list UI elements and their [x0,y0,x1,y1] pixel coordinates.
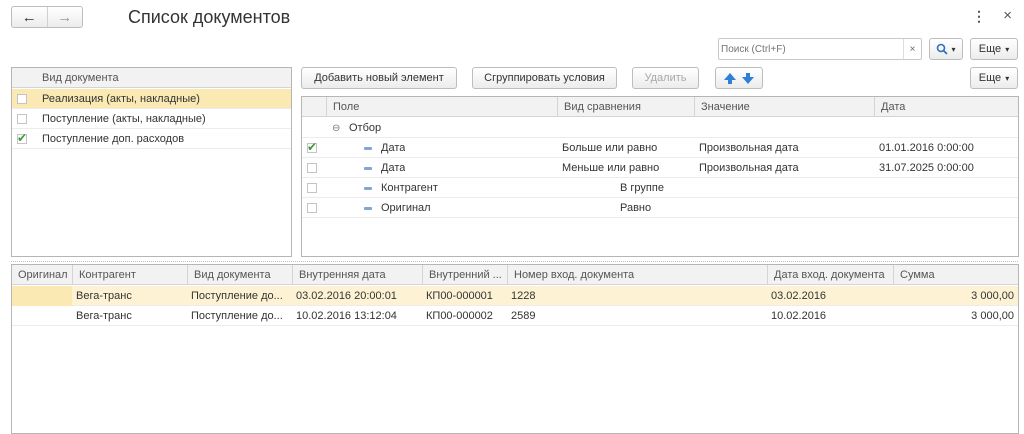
condition-comparison: В группе [620,182,664,194]
doc-type-item[interactable]: Реализация (акты, накладные) [12,89,291,109]
condition-value: Произвольная дата [699,142,799,154]
move-buttons [715,67,763,89]
chevron-down-icon: ▾ [1005,44,1010,54]
filter-condition-row[interactable]: Дата Меньше или равно Произвольная дата 31.… [302,158,1018,178]
cell-internal-date: 10.02.2016 13:12:04 [296,310,397,322]
checkbox[interactable] [17,114,27,124]
forward-icon[interactable]: → [46,7,83,27]
collapse-icon[interactable]: ⊖ [332,118,340,138]
condition-date: 01.01.2016 0:00:00 [879,142,974,154]
cell-original [12,286,72,306]
cell-original [16,306,70,326]
add-element-button[interactable]: Добавить новый элемент [301,67,457,89]
column-header-original[interactable]: Оригинал [12,265,72,285]
cell-counterparty: Вега-транс [76,290,132,302]
page-title: Список документов [128,7,291,27]
filter-group-label: Отбор [349,122,382,134]
column-header-date: Дата [874,97,1018,117]
doc-type-label: Реализация (акты, накладные) [42,93,200,105]
filter-group-row[interactable]: ⊖ Отбор [302,118,1018,138]
column-header-counterparty[interactable]: Контрагент [72,265,187,285]
delete-button[interactable]: Удалить [632,67,699,89]
cell-incoming-number: 2589 [511,310,536,322]
column-header-doc-type[interactable]: Вид документа [187,265,292,285]
condition-date: 31.07.2025 0:00:00 [879,162,974,174]
condition-icon [364,207,372,210]
doc-type-header: Вид документа [12,68,291,88]
search-icon [937,43,949,55]
checkbox[interactable] [17,94,27,104]
column-header-incoming-number[interactable]: Номер вход. документа [507,265,767,285]
column-header-sum[interactable]: Сумма [893,265,1018,285]
table-row[interactable]: Вега-транс Поступление до... 10.02.2016 13… [12,306,1018,326]
condition-icon [364,147,372,150]
chevron-down-icon: ▾ [951,44,956,54]
cell-doc-type: Поступление до... [191,310,283,322]
chevron-down-icon: ▾ [1005,73,1010,83]
condition-field: Дата [381,142,406,154]
condition-value: Произвольная дата [699,162,799,174]
cell-internal-number: КП00-000002 [426,310,493,322]
filter-condition-row[interactable]: Контрагент В группе [302,178,1018,198]
checkmark-icon: ✔ [307,140,318,154]
column-header-comparison: Вид сравнения [557,97,694,117]
close-icon[interactable]: × [1003,7,1012,24]
checkbox[interactable] [307,183,317,193]
filter-condition-row[interactable]: ✔ Дата Больше или равно Произвольная дата 01… [302,138,1018,158]
doc-type-item[interactable]: ✔ Поступление доп. расходов [12,129,291,149]
more-button-top[interactable]: Еще ▾ [970,38,1018,60]
cell-incoming-number: 1228 [511,290,536,302]
condition-comparison: Больше или равно [562,142,658,154]
more-label: Еще [978,72,1002,84]
column-header-field: Поле [326,97,557,117]
condition-icon [364,187,372,190]
arrow-up-icon[interactable] [721,70,739,86]
panel-splitter[interactable] [11,261,1018,262]
filter-table: Поле Вид сравнения Значение Дата ⊖ Отбор… [301,96,1019,257]
doc-type-label: Поступление доп. расходов [42,133,185,145]
condition-field: Оригинал [381,202,431,214]
column-header-internal-number[interactable]: Внутренний ... [422,265,507,285]
column-header-value: Значение [694,97,874,117]
table-row[interactable]: Вега-транс Поступление до... 03.02.2016 20… [12,286,1018,306]
cell-sum: 3 000,00 [971,290,1014,302]
cell-incoming-date: 10.02.2016 [771,310,827,322]
search-input[interactable] [719,42,899,56]
condition-comparison: Равно [620,202,652,214]
filter-condition-row[interactable]: Оригинал Равно [302,198,1018,218]
documents-table: Оригинал Контрагент Вид документа Внутре… [11,264,1019,434]
more-button-filter[interactable]: Еще ▾ [970,67,1018,89]
more-label: Еще [978,43,1002,55]
navigation-buttons: ← → [11,6,83,28]
condition-field: Дата [381,162,406,174]
column-header-internal-date[interactable]: Внутренняя дата [292,265,422,285]
filter-check-header [302,97,326,117]
condition-comparison: Меньше или равно [562,162,660,174]
back-icon[interactable]: ← [12,7,47,27]
cell-internal-date: 03.02.2016 20:00:01 [296,290,397,302]
doc-type-label: Поступление (акты, накладные) [42,113,206,125]
more-menu-icon[interactable]: ⋮ [972,8,986,25]
checkbox[interactable] [307,203,317,213]
cell-counterparty: Вега-транс [76,310,132,322]
doc-type-panel: Вид документа Реализация (акты, накладны… [11,67,292,257]
search-button[interactable]: ▾ [929,38,963,60]
condition-field: Контрагент [381,182,438,194]
group-conditions-button[interactable]: Сгруппировать условия [472,67,617,89]
checkbox[interactable] [307,163,317,173]
cell-incoming-date: 03.02.2016 [771,290,827,302]
cell-doc-type: Поступление до... [191,290,283,302]
cell-sum: 3 000,00 [971,310,1014,322]
condition-icon [364,167,372,170]
arrow-down-icon[interactable] [739,70,757,86]
checkmark-icon: ✔ [17,131,28,145]
search-field[interactable]: × [718,38,922,60]
cell-internal-number: КП00-000001 [426,290,493,302]
clear-search-icon[interactable]: × [903,39,921,59]
column-header-incoming-date[interactable]: Дата вход. документа [767,265,893,285]
doc-type-item[interactable]: Поступление (акты, накладные) [12,109,291,129]
